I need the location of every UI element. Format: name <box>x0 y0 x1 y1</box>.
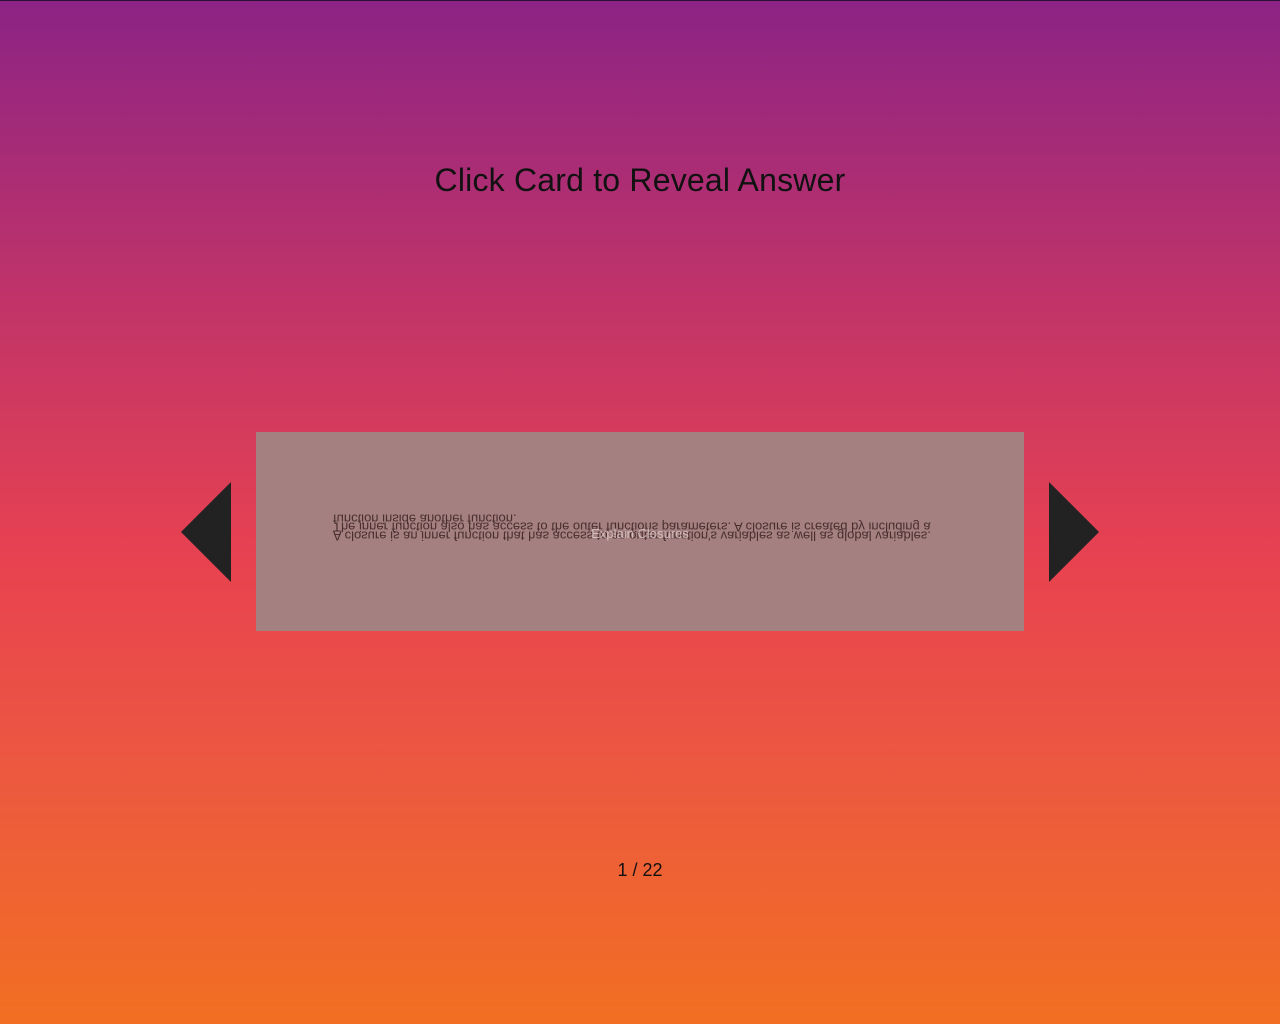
flashcard[interactable]: A closure is an inner function that has … <box>256 432 1024 631</box>
flashcard-question: Explain Closures <box>591 526 689 541</box>
page-title: Click Card to Reveal Answer <box>434 162 846 198</box>
card-counter: 1 / 22 <box>617 860 663 880</box>
top-border <box>0 0 1280 1</box>
next-card-icon[interactable] <box>1049 482 1099 582</box>
previous-card-icon[interactable] <box>181 482 231 582</box>
